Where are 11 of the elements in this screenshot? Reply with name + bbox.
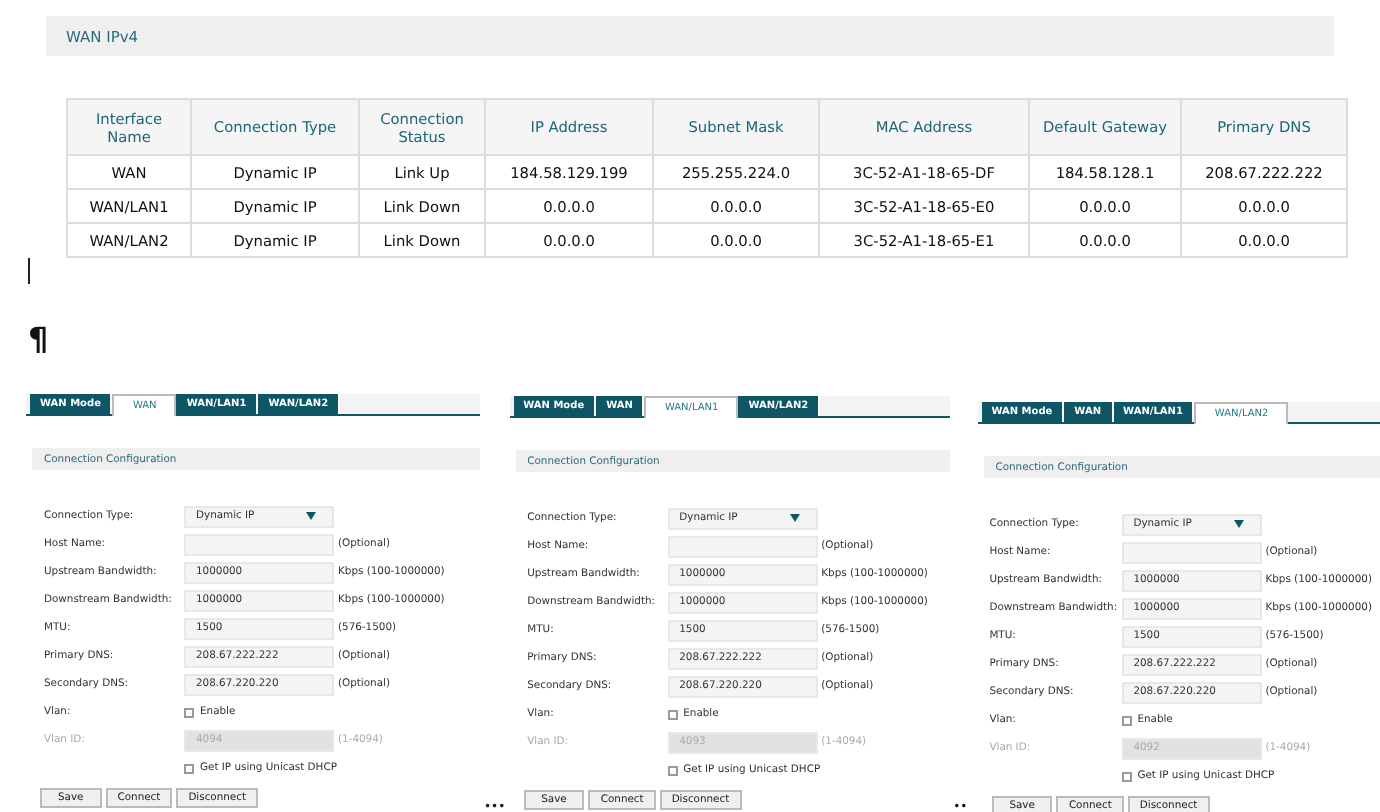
text-cursor bbox=[28, 258, 30, 284]
checkbox[interactable] bbox=[184, 707, 194, 717]
caret-icon bbox=[306, 512, 316, 520]
caret-icon bbox=[789, 514, 800, 522]
checkbox[interactable] bbox=[1121, 771, 1132, 781]
checkbox[interactable] bbox=[667, 709, 678, 719]
checkbox[interactable] bbox=[184, 763, 194, 773]
checkbox[interactable] bbox=[667, 765, 678, 775]
checkbox[interactable] bbox=[1121, 715, 1132, 725]
pilcrow-mark: ¶ bbox=[28, 324, 49, 356]
caret-icon bbox=[1233, 520, 1244, 528]
